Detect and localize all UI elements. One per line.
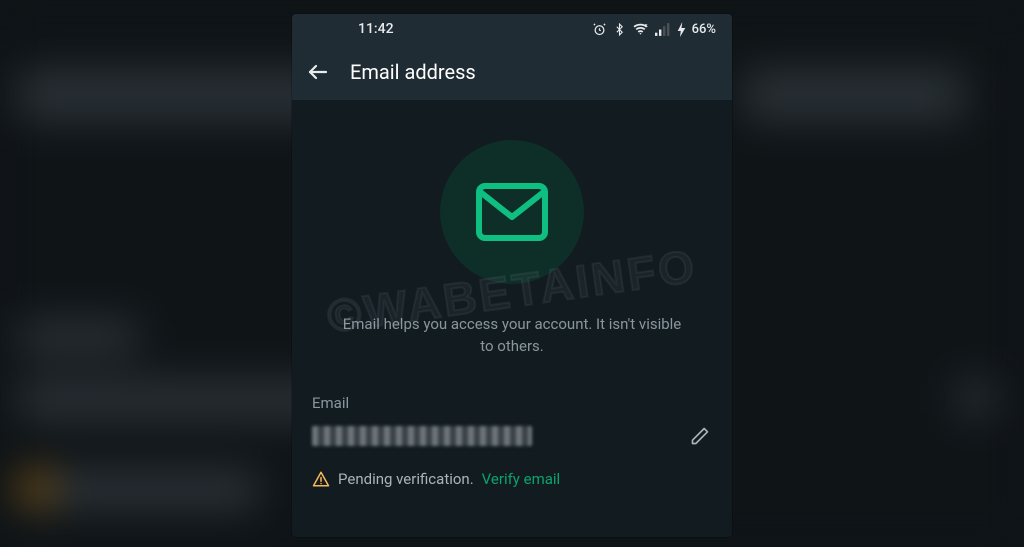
envelope-icon bbox=[476, 183, 548, 241]
email-label: Email bbox=[312, 394, 712, 412]
wifi-icon: x bbox=[632, 22, 649, 36]
app-bar: Email address bbox=[292, 44, 732, 100]
verification-status: Pending verification. Verify email bbox=[312, 470, 712, 488]
back-button[interactable] bbox=[304, 58, 332, 86]
status-time: 11:42 bbox=[358, 21, 394, 37]
arrow-left-icon bbox=[306, 60, 330, 84]
page-title: Email address bbox=[350, 60, 476, 84]
alarm-icon bbox=[592, 22, 607, 37]
phone-frame: 11:42 x 66% Email address bbox=[292, 14, 732, 537]
status-bar: 11:42 x 66% bbox=[292, 14, 732, 44]
email-field: Email Pending verification. Verify email bbox=[312, 394, 712, 488]
pending-text: Pending verification. bbox=[338, 470, 474, 488]
hero-circle bbox=[440, 140, 584, 284]
description-text: Email helps you access your account. It … bbox=[312, 314, 712, 358]
charging-icon bbox=[677, 22, 686, 37]
hero bbox=[312, 140, 712, 284]
status-indicators: x 66% bbox=[592, 22, 716, 37]
verify-email-link[interactable]: Verify email bbox=[482, 470, 561, 488]
svg-text:x: x bbox=[644, 23, 647, 29]
email-redacted bbox=[312, 426, 532, 446]
warning-icon bbox=[312, 470, 330, 488]
edit-button[interactable] bbox=[688, 424, 712, 448]
battery-percent: 66% bbox=[692, 22, 716, 37]
pencil-icon bbox=[690, 426, 710, 446]
email-value[interactable] bbox=[312, 425, 674, 447]
signal-icon bbox=[655, 23, 671, 36]
bluetooth-icon bbox=[613, 22, 626, 37]
